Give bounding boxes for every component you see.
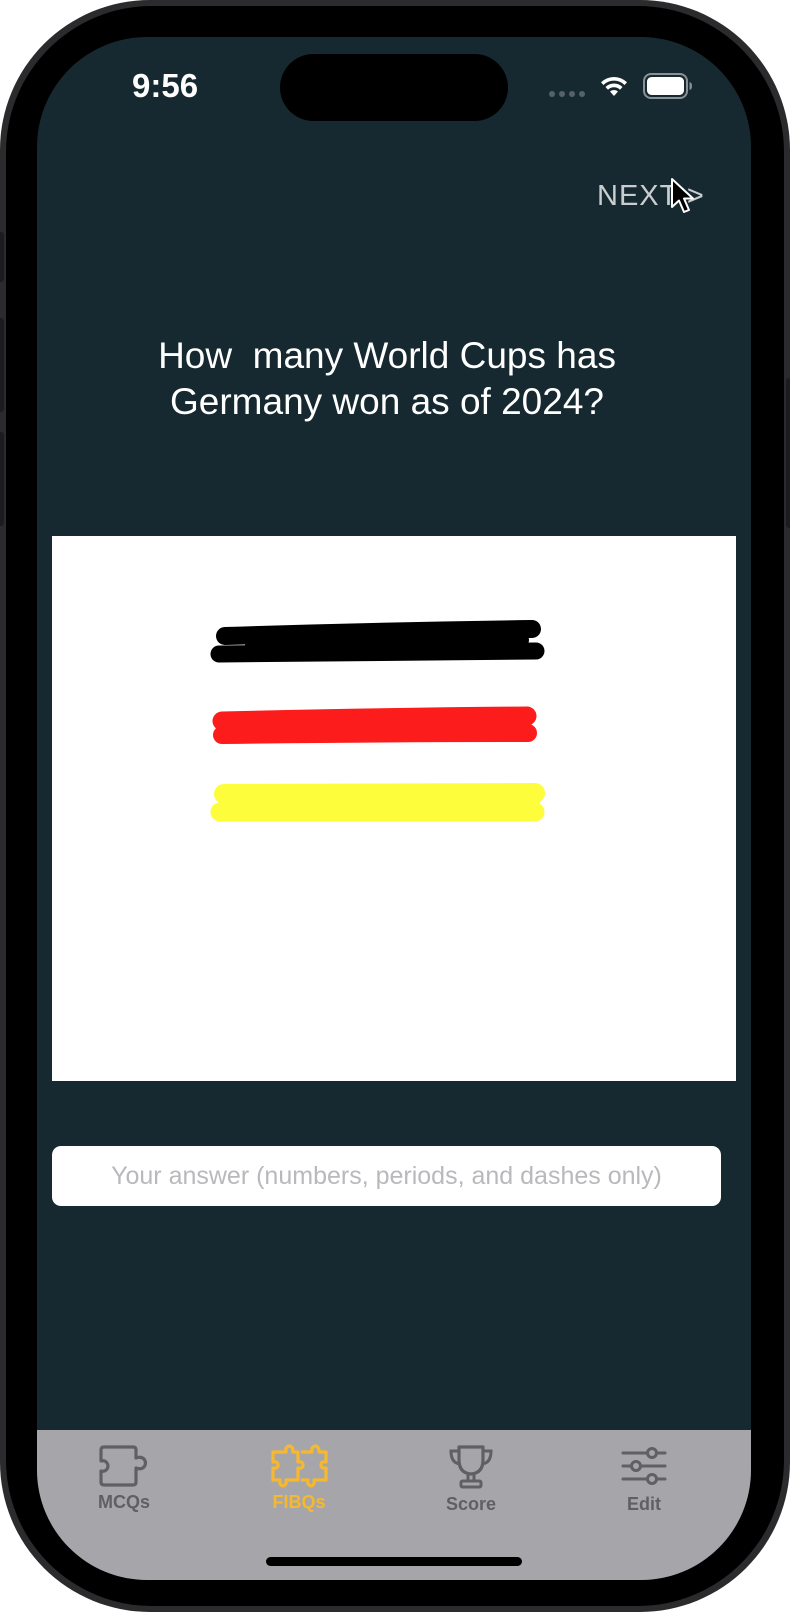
dynamic-island	[280, 54, 508, 121]
puzzle-pieces-icon	[271, 1444, 328, 1488]
sliders-icon	[621, 1447, 667, 1485]
tab-label-edit: Edit	[627, 1494, 661, 1514]
tab-label-score: Score	[445, 1494, 497, 1514]
tab-score[interactable]: Score	[411, 1444, 531, 1524]
tab-label-fibqs: FIBQs	[272, 1492, 326, 1512]
wifi-icon	[601, 76, 627, 96]
yellow-stroke	[210, 783, 545, 822]
volume-up-button	[0, 318, 4, 412]
battery-icon	[643, 73, 692, 99]
tab-fibqs[interactable]: FIBQs	[239, 1444, 359, 1524]
tab-edit[interactable]: Edit	[584, 1444, 704, 1524]
phone-frame: 9:56 NEXT > How many World Cups has Germ…	[0, 0, 790, 1612]
power-button	[786, 378, 790, 528]
drawing-canvas[interactable]	[52, 536, 736, 1081]
flag-drawing	[210, 620, 545, 822]
answer-input[interactable]	[52, 1146, 721, 1206]
tab-mcqs[interactable]: MCQs	[64, 1444, 184, 1524]
app-screen: 9:56 NEXT > How many World Cups has Germ…	[37, 37, 751, 1580]
status-bar: 9:56	[37, 37, 751, 137]
trophy-icon	[449, 1445, 493, 1489]
black-stroke	[210, 620, 545, 663]
mouse-cursor-icon	[671, 178, 694, 213]
question-text: How many World Cups has Germany won as o…	[158, 335, 616, 422]
action-button	[0, 232, 4, 282]
status-time: 9:56	[132, 67, 199, 104]
cellular-signal-icon	[549, 91, 585, 97]
volume-down-button	[0, 432, 4, 526]
home-indicator[interactable]	[266, 1557, 522, 1566]
puzzle-outline-icon	[99, 1445, 148, 1487]
red-stroke	[212, 706, 537, 744]
tab-label-mcqs: MCQs	[97, 1492, 150, 1512]
